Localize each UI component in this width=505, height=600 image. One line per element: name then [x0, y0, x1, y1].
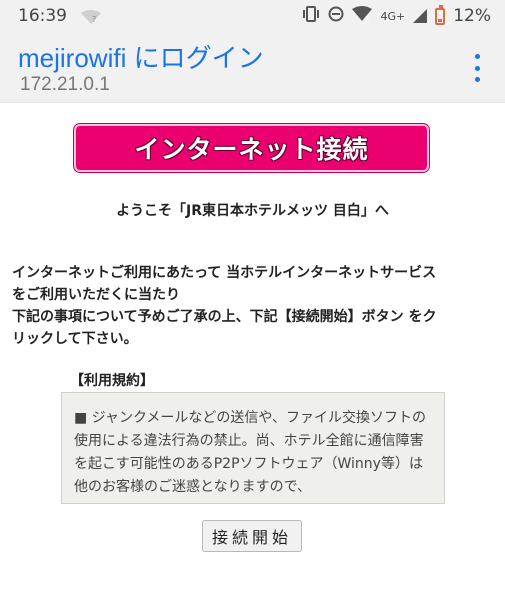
battery-icon — [435, 4, 446, 25]
page-url: 172.21.0.1 — [20, 74, 110, 95]
intro-line: をご利用いただくに当たり — [12, 287, 180, 303]
app-header: mejirowifi にログイン 172.21.0.1 — [0, 32, 505, 103]
banner-label: インターネット接続 — [134, 135, 369, 164]
internet-connection-banner[interactable]: インターネット接続 — [74, 124, 429, 172]
page-title: mejirowifi にログイン — [18, 43, 264, 73]
terms-heading: 【利用規約】 — [70, 373, 154, 389]
wifi-icon: x — [352, 6, 373, 26]
welcome-text: ようこそ「JR東日本ホテルメッツ 目白」へ — [116, 203, 389, 219]
intro-text: インターネットご利用にあたって 当ホテルインターネットサービス をご利用いただく… — [12, 262, 492, 350]
terms-textarea[interactable]: ■ ジャンクメールなどの送信や、ファイル交換ソフトの使用による違法行為の禁止。尚… — [61, 392, 445, 504]
network-type: 4G+ — [380, 9, 406, 23]
do-not-disturb-icon — [328, 6, 344, 27]
vibrate-icon — [302, 5, 320, 27]
cell-signal-icon — [413, 9, 428, 23]
wifi-unknown-icon: ? — [81, 9, 101, 24]
terms-text: ■ ジャンクメールなどの送信や、ファイル交換ソフトの使用による違法行為の禁止。尚… — [74, 410, 426, 495]
more-options-icon[interactable] — [473, 54, 481, 82]
intro-line: 下記の事項について予めご了承の上、下記【接続開始】ボタン をク — [12, 309, 437, 325]
svg-text:x: x — [365, 14, 369, 21]
clock: 16:39 — [18, 6, 67, 26]
intro-line: インターネットご利用にあたって 当ホテルインターネットサービス — [12, 265, 437, 281]
svg-text:?: ? — [92, 15, 96, 24]
intro-line: リックして下さい。 — [12, 331, 138, 347]
status-bar: 16:39 ? x 4G+ 12% — [0, 0, 505, 32]
start-connection-button[interactable]: 接続開始 — [202, 520, 302, 552]
battery-percent: 12% — [453, 6, 491, 26]
